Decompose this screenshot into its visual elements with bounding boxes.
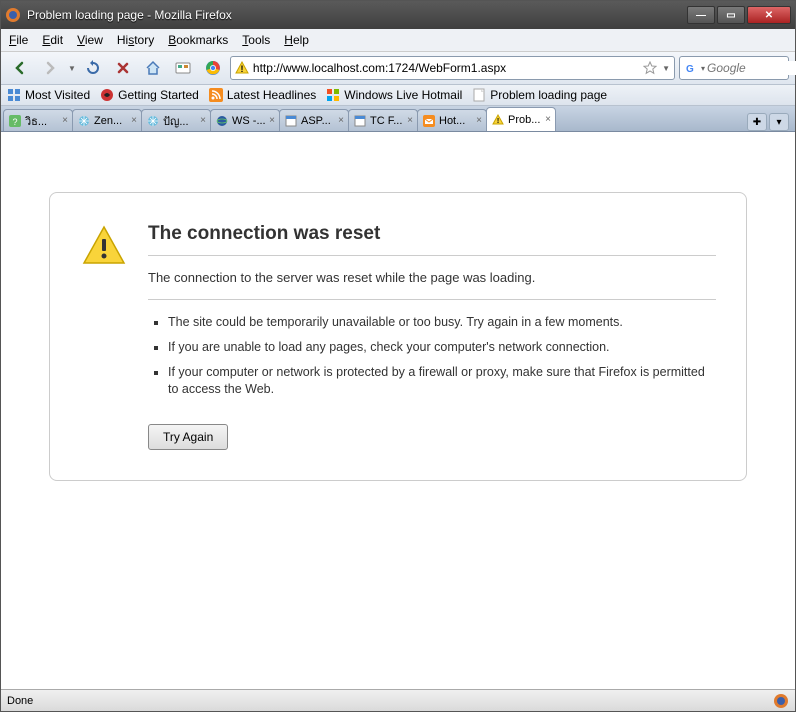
forward-button[interactable] <box>37 56 63 80</box>
tab-close-icon[interactable]: × <box>200 115 206 126</box>
search-box[interactable]: G ▾ <box>679 56 789 80</box>
back-button[interactable] <box>7 56 33 80</box>
tab-close-icon[interactable]: × <box>62 115 68 126</box>
tab-favicon <box>422 114 436 128</box>
tab-label: Zen... <box>94 115 128 127</box>
bookmark-most-visited[interactable]: Most Visited <box>7 88 90 102</box>
search-input[interactable] <box>707 61 796 75</box>
bookmark-latest-headlines[interactable]: Latest Headlines <box>209 88 316 102</box>
status-bar: Done <box>1 689 795 711</box>
search-engine-dropdown[interactable]: ▾ <box>701 64 705 73</box>
new-tab-button[interactable]: ✚ <box>747 113 767 131</box>
tab-5[interactable]: TC F...× <box>348 109 418 131</box>
svg-text:!: ! <box>240 64 243 74</box>
tab-2[interactable]: ปัญ...× <box>141 109 211 131</box>
google-search-icon[interactable]: G <box>684 61 698 75</box>
addon-icon-1[interactable] <box>170 56 196 80</box>
nav-history-dropdown[interactable]: ▼ <box>68 64 76 73</box>
tab-close-icon[interactable]: × <box>338 115 344 126</box>
tab-close-icon[interactable]: × <box>269 115 275 126</box>
error-suggestion-item: If you are unable to load any pages, che… <box>168 339 716 356</box>
tab-close-icon[interactable]: × <box>407 115 413 126</box>
bookmark-problem-loading[interactable]: Problem loading page <box>472 88 607 102</box>
bookmark-windows-live[interactable]: Windows Live Hotmail <box>326 88 462 102</box>
firefox-icon <box>773 693 789 709</box>
tab-0[interactable]: ? วิธ...× <box>3 109 73 131</box>
firefox-window: Problem loading page - Mozilla Firefox —… <box>0 0 796 712</box>
svg-text:G: G <box>686 64 694 75</box>
tab-6[interactable]: Hot...× <box>417 109 487 131</box>
tab-1[interactable]: Zen...× <box>72 109 142 131</box>
close-button[interactable]: ✕ <box>747 6 791 24</box>
error-box: The connection was reset The connection … <box>49 192 747 481</box>
tab-label: วิธ... <box>25 112 59 130</box>
menu-view[interactable]: View <box>77 33 103 47</box>
tab-label: WS -... <box>232 115 266 127</box>
tab-label: Prob... <box>508 114 542 126</box>
maximize-button[interactable]: ▭ <box>717 6 745 24</box>
home-button[interactable] <box>140 56 166 80</box>
titlebar[interactable]: Problem loading page - Mozilla Firefox —… <box>1 1 795 29</box>
reload-button[interactable] <box>80 56 106 80</box>
tab-close-icon[interactable]: × <box>545 114 551 125</box>
tab-bar: ?วิธ...× Zen...× ปัญ...× WS -...× ASP...… <box>1 106 795 132</box>
stop-button[interactable] <box>110 56 136 80</box>
firefox-icon <box>5 7 21 23</box>
chrome-icon[interactable] <box>200 56 226 80</box>
menu-file[interactable]: File <box>9 33 28 47</box>
svg-text:!: ! <box>497 118 499 125</box>
tab-favicon: ? <box>8 114 22 128</box>
bookmark-star-icon[interactable] <box>643 61 657 75</box>
site-warning-icon: ! <box>235 61 249 75</box>
error-title: The connection was reset <box>148 223 716 256</box>
error-suggestion-item: If your computer or network is protected… <box>168 364 716 398</box>
bookmark-label: Windows Live Hotmail <box>344 88 462 102</box>
tab-3[interactable]: WS -...× <box>210 109 280 131</box>
bookmarks-toolbar: Most Visited Getting Started Latest Head… <box>1 85 795 106</box>
window-buttons: — ▭ ✕ <box>687 6 791 24</box>
svg-text:?: ? <box>12 117 17 127</box>
url-dropdown[interactable]: ▼ <box>662 64 670 73</box>
tab-close-icon[interactable]: × <box>131 115 137 126</box>
page-content: The connection was reset The connection … <box>1 132 795 689</box>
error-suggestions: The site could be temporarily unavailabl… <box>148 314 716 398</box>
try-again-button[interactable]: Try Again <box>148 424 228 450</box>
url-bar[interactable]: ! ▼ <box>230 56 675 80</box>
tab-label: TC F... <box>370 115 404 127</box>
bookmark-label: Getting Started <box>118 88 199 102</box>
navigation-toolbar: ▼ ! ▼ G ▾ <box>1 52 795 85</box>
tab-favicon <box>284 114 298 128</box>
tab-favicon <box>353 114 367 128</box>
warning-icon: ! <box>491 113 505 127</box>
error-content: The connection was reset The connection … <box>148 223 716 450</box>
bookmark-label: Latest Headlines <box>227 88 316 102</box>
tab-7[interactable]: ! Prob...× <box>486 107 556 131</box>
menu-history[interactable]: History <box>117 33 154 47</box>
tab-favicon <box>146 114 160 128</box>
tab-favicon <box>77 114 91 128</box>
error-description: The connection to the server was reset w… <box>148 270 716 300</box>
bookmark-getting-started[interactable]: Getting Started <box>100 88 199 102</box>
minimize-button[interactable]: — <box>687 6 715 24</box>
menubar: File Edit View History Bookmarks Tools H… <box>1 29 795 52</box>
error-suggestion-item: The site could be temporarily unavailabl… <box>168 314 716 331</box>
tab-close-icon[interactable]: × <box>476 115 482 126</box>
status-text: Done <box>7 695 33 707</box>
bookmark-label: Most Visited <box>25 88 90 102</box>
tab-label: ปัญ... <box>163 112 197 130</box>
bookmark-label: Problem loading page <box>490 88 607 102</box>
tab-label: ASP... <box>301 115 335 127</box>
menu-edit[interactable]: Edit <box>42 33 63 47</box>
window-title: Problem loading page - Mozilla Firefox <box>27 8 687 22</box>
list-tabs-button[interactable]: ▾ <box>769 113 789 131</box>
tab-favicon <box>215 114 229 128</box>
menu-help[interactable]: Help <box>284 33 309 47</box>
tab-4[interactable]: ASP...× <box>279 109 349 131</box>
tab-label: Hot... <box>439 115 473 127</box>
menu-tools[interactable]: Tools <box>242 33 270 47</box>
menu-bookmarks[interactable]: Bookmarks <box>168 33 228 47</box>
warning-icon <box>80 223 128 271</box>
url-input[interactable] <box>253 61 639 75</box>
